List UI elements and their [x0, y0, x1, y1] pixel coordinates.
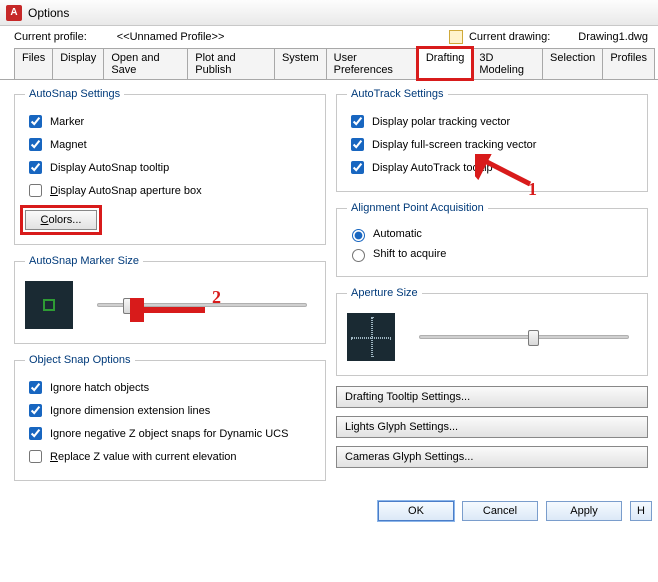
- automatic-radio[interactable]: [352, 229, 365, 242]
- ignore-hatch-label: Ignore hatch objects: [50, 382, 149, 394]
- settings-buttons-group: Drafting Tooltip Settings... Lights Glyp…: [336, 386, 648, 476]
- tab-drafting[interactable]: Drafting: [418, 48, 473, 79]
- aperture-preview: [347, 313, 395, 361]
- ignore-dim-checkbox[interactable]: [29, 404, 42, 417]
- autosnap-tooltip-checkbox[interactable]: [29, 161, 42, 174]
- help-button[interactable]: H: [630, 501, 652, 521]
- dialog-footer: OK Cancel Apply H: [0, 491, 658, 535]
- tab-selection[interactable]: Selection: [542, 48, 603, 79]
- ignore-negz-checkbox[interactable]: [29, 427, 42, 440]
- osnap-legend: Object Snap Options: [25, 354, 135, 366]
- replace-z-label: Replace Z value with current elevation: [50, 451, 237, 463]
- tab-files[interactable]: Files: [14, 48, 53, 79]
- apply-button[interactable]: Apply: [546, 501, 622, 521]
- alignment-legend: Alignment Point Acquisition: [347, 202, 488, 214]
- tab-system[interactable]: System: [274, 48, 327, 79]
- drawing-value: Drawing1.dwg: [578, 31, 648, 43]
- ok-button[interactable]: OK: [378, 501, 454, 521]
- autosnap-legend: AutoSnap Settings: [25, 88, 124, 100]
- tab-user-preferences[interactable]: User Preferences: [326, 48, 419, 79]
- aperture-size-group: Aperture Size: [336, 287, 648, 376]
- fullscreen-vector-checkbox[interactable]: [351, 138, 364, 151]
- osnap-group: Object Snap Options Ignore hatch objects…: [14, 354, 326, 481]
- ignore-dim-label: Ignore dimension extension lines: [50, 405, 210, 417]
- annotation-number-1: 1: [528, 179, 537, 200]
- autotrack-tooltip-label: Display AutoTrack tooltip: [372, 162, 493, 174]
- drafting-tooltip-settings-button[interactable]: Drafting Tooltip Settings...: [336, 386, 648, 408]
- polar-vector-label: Display polar tracking vector: [372, 116, 510, 128]
- aperture-size-slider[interactable]: [419, 335, 629, 339]
- alignment-group: Alignment Point Acquisition Automatic Sh…: [336, 202, 648, 277]
- app-logo-icon: A: [6, 5, 22, 21]
- drawing-label: Current drawing:: [469, 31, 550, 43]
- magnet-checkbox[interactable]: [29, 138, 42, 151]
- tab-bar: Files Display Open and Save Plot and Pub…: [0, 46, 658, 79]
- tab-display[interactable]: Display: [52, 48, 104, 79]
- profile-label: Current profile:: [14, 31, 87, 43]
- ignore-hatch-checkbox[interactable]: [29, 381, 42, 394]
- drawing-icon: [449, 30, 463, 44]
- replace-z-checkbox[interactable]: [29, 450, 42, 463]
- marker-size-group: AutoSnap Marker Size: [14, 255, 326, 344]
- marker-preview: [25, 281, 73, 329]
- marker-size-slider[interactable]: [97, 303, 307, 307]
- marker-label: Marker: [50, 116, 84, 128]
- colors-button[interactable]: Colors...: [25, 210, 97, 230]
- ignore-negz-label: Ignore negative Z object snaps for Dynam…: [50, 428, 288, 440]
- aperture-box-checkbox[interactable]: [29, 184, 42, 197]
- autosnap-group: AutoSnap Settings Marker Magnet Display …: [14, 88, 326, 245]
- marker-checkbox[interactable]: [29, 115, 42, 128]
- autotrack-legend: AutoTrack Settings: [347, 88, 448, 100]
- annotation-number-2: 2: [212, 287, 221, 308]
- marker-size-legend: AutoSnap Marker Size: [25, 255, 143, 267]
- titlebar: A Options: [0, 0, 658, 26]
- autosnap-tooltip-label: Display AutoSnap tooltip: [50, 162, 169, 174]
- profile-value: <<Unnamed Profile>>: [117, 31, 225, 43]
- cameras-glyph-settings-button[interactable]: Cameras Glyph Settings...: [336, 446, 648, 468]
- cancel-button[interactable]: Cancel: [462, 501, 538, 521]
- magnet-label: Magnet: [50, 139, 87, 151]
- polar-vector-checkbox[interactable]: [351, 115, 364, 128]
- window-title: Options: [28, 6, 69, 20]
- profile-row: Current profile: <<Unnamed Profile>> Cur…: [0, 26, 658, 46]
- tab-3d-modeling[interactable]: 3D Modeling: [471, 48, 543, 79]
- aperture-size-legend: Aperture Size: [347, 287, 422, 299]
- lights-glyph-settings-button[interactable]: Lights Glyph Settings...: [336, 416, 648, 438]
- autotrack-tooltip-checkbox[interactable]: [351, 161, 364, 174]
- autotrack-group: AutoTrack Settings Display polar trackin…: [336, 88, 648, 192]
- shift-radio[interactable]: [352, 249, 365, 262]
- tab-open-and-save[interactable]: Open and Save: [103, 48, 188, 79]
- shift-label: Shift to acquire: [373, 248, 446, 260]
- tab-profiles[interactable]: Profiles: [602, 48, 655, 79]
- automatic-label: Automatic: [373, 228, 422, 240]
- aperture-box-label: Display AutoSnap aperture box: [50, 185, 202, 197]
- fullscreen-vector-label: Display full-screen tracking vector: [372, 139, 536, 151]
- tab-plot-and-publish[interactable]: Plot and Publish: [187, 48, 275, 79]
